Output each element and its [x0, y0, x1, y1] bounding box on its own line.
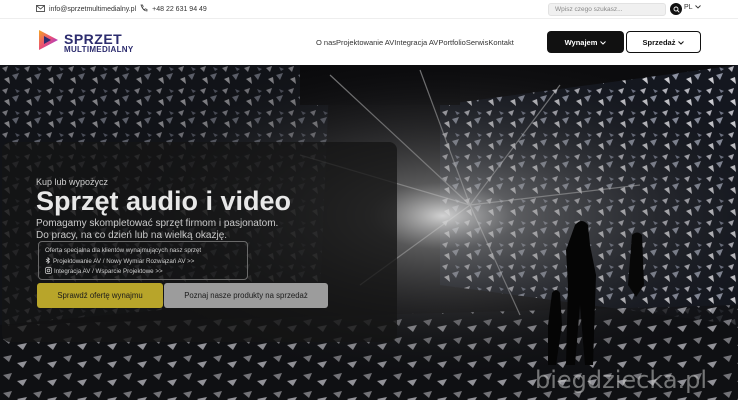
email-link[interactable]: info@sprzetmultimedialny.pl	[49, 6, 136, 13]
nav-item-about[interactable]: O nas	[316, 38, 336, 47]
phone-icon	[140, 4, 148, 14]
chevron-down-icon	[694, 4, 701, 11]
sale-label: Sprzedaż	[642, 37, 676, 47]
bluetooth-icon	[45, 256, 51, 266]
offer-link-av-integration[interactable]: Integracja AV / Wsparcie Projektowe >>	[45, 267, 163, 276]
chevron-down-icon	[600, 38, 607, 47]
language-selector[interactable]: PL	[684, 4, 701, 11]
search-input[interactable]: Wpisz czego szukasz...	[548, 3, 666, 16]
rent-dropdown-button[interactable]: Wynajem	[547, 31, 624, 53]
watermark-text: biegdziecka.pl	[535, 366, 708, 394]
special-offer-box: Oferta specjalna dla klientów wynajmując…	[38, 241, 248, 280]
hero-subtitle-line1: Pomagamy skompletować sprzęt firmom i pa…	[36, 218, 279, 229]
offer-title: Oferta specjalna dla klientów wynajmując…	[45, 247, 201, 254]
sale-products-button[interactable]: Poznaj nasze produkty na sprzedaż	[164, 283, 328, 308]
rent-offer-button[interactable]: Sprawdź ofertę wynajmu	[37, 283, 163, 308]
hero-headline: Sprzęt audio i video	[36, 186, 292, 216]
camera-icon	[45, 267, 52, 276]
nav-item-service[interactable]: Serwis	[466, 38, 489, 47]
logo-play-icon	[36, 28, 60, 57]
sale-dropdown-button[interactable]: Sprzedaż	[626, 31, 701, 53]
nav-item-contact[interactable]: Kontakt	[488, 38, 513, 47]
offer-link-av-design[interactable]: Projektowanie AV / Nowy Wymiar Rozwiązań…	[45, 256, 195, 266]
top-bar: info@sprzetmultimedialny.pl +48 22 631 9…	[0, 0, 738, 18]
chevron-down-icon	[678, 38, 685, 47]
logo-line1: SPRZET	[64, 30, 123, 47]
offer-title-text: Oferta specjalna dla klientów wynajmując…	[45, 247, 202, 254]
phone-link[interactable]: +48 22 631 94 49	[152, 6, 207, 13]
logo[interactable]: SPRZET MULTIMEDIALNY	[36, 28, 134, 57]
language-label: PL	[684, 4, 693, 11]
contact-info: info@sprzetmultimedialny.pl +48 22 631 9…	[36, 4, 207, 14]
hero-subtitle-line2: Do pracy, na co dzień lub na wielką okaz…	[36, 230, 228, 241]
rent-label: Wynajem	[564, 37, 598, 47]
nav-item-av-integration[interactable]: Integracja AV	[394, 38, 438, 47]
search-button[interactable]	[670, 3, 682, 15]
logo-line2: MULTIMEDIALNY	[64, 44, 134, 54]
logo-text: SPRZET MULTIMEDIALNY	[64, 32, 134, 54]
search-icon	[673, 0, 680, 18]
offer-link-av-design-text: Projektowanie AV / Nowy Wymiar Rozwiązań…	[53, 258, 195, 265]
nav-item-av-design[interactable]: Projektowanie AV	[336, 38, 394, 47]
offer-link-av-integration-text: Integracja AV / Wsparcie Projektowe >>	[54, 268, 163, 275]
main-navigation: SPRZET MULTIMEDIALNY O nas Projektowanie…	[0, 18, 738, 65]
mail-icon	[36, 4, 45, 14]
nav-item-portfolio[interactable]: Portfolio	[438, 38, 466, 47]
menu: O nas Projektowanie AV Integracja AV Por…	[316, 38, 514, 47]
